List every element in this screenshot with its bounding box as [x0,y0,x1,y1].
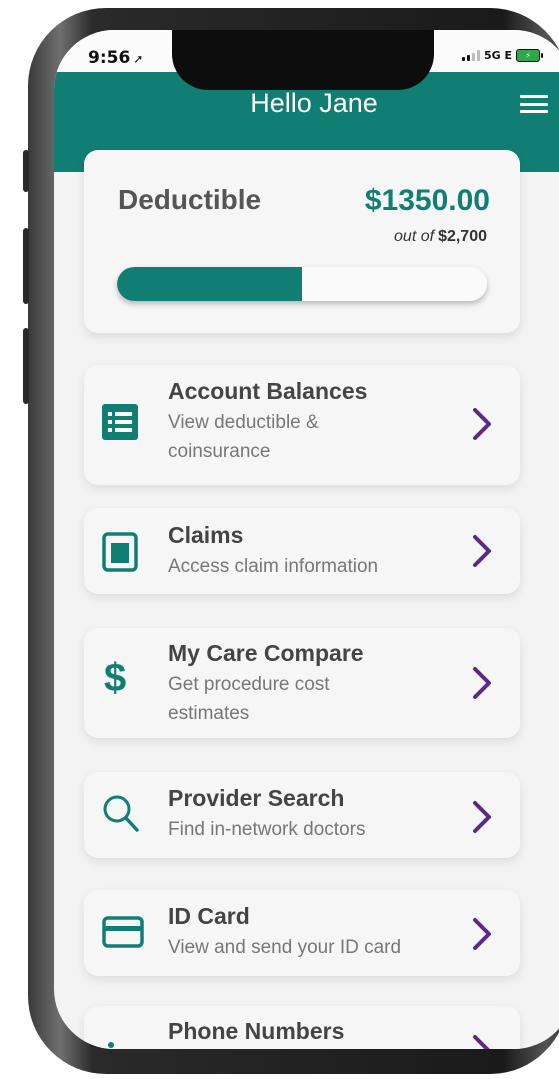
deductible-card: Deductible $1350.00 out of $2,700 [84,150,520,333]
list-icon [102,404,138,440]
deductible-progress-fill [117,267,302,301]
account-balances-subtitle: View deductible & coinsurance [168,412,319,462]
claims-card[interactable]: Claims Access claim information [84,508,520,594]
my-care-compare-subtitle: Get procedure cost estimates [168,674,330,724]
phone-numbers-card[interactable]: Phone Numbers [84,1006,520,1049]
signal-bars-icon [461,50,480,61]
id-card-subtitle: View and send your ID card [168,937,402,958]
chevron-right-icon [473,918,491,950]
claims-subtitle: Access claim information [168,556,379,577]
provider-search-card[interactable]: Provider Search Find in-network doctors [84,772,520,858]
deductible-label: Deductible [118,184,262,215]
volume-up-button [23,228,29,304]
card-icon [102,916,144,948]
deductible-total: out of $2,700 [394,228,487,246]
my-care-compare-title: My Care Compare [168,640,364,666]
deductible-progress-bar [117,267,487,301]
id-card-card[interactable]: ID Card View and send your ID card [84,890,520,976]
chevron-right-icon [473,535,491,567]
notch [172,30,434,90]
deductible-amount: $1350.00 [364,184,490,217]
volume-down-button [23,328,29,404]
chevron-right-icon [473,801,491,833]
chevron-right-icon [473,408,491,440]
location-arrow-icon: ➚ [133,52,144,66]
system-indicators: 5G E ⚡ [461,49,543,62]
provider-search-subtitle: Find in-network doctors [168,819,366,840]
time-text: 9:56 [88,48,131,68]
search-icon [103,795,139,832]
deductible-total-amount: $2,700 [438,228,487,245]
provider-search-title: Provider Search [168,785,345,811]
dollar-icon: $ [104,656,127,700]
status-time: 9:56 ➚ [88,48,143,68]
claims-title: Claims [168,522,244,548]
phone-icon [108,1042,114,1048]
account-balances-card[interactable]: Account Balances View deductible & coins… [84,365,520,485]
header-title: Hello Jane [250,88,378,118]
out-of-label: out of [394,228,435,245]
document-icon [102,532,138,572]
chevron-right-icon [473,667,491,699]
network-label: 5G E [483,49,512,62]
phone-screen: 9:56 ➚ 5G E ⚡ Hello Jane Deductible $1350… [54,30,559,1049]
silent-switch [23,150,29,192]
id-card-title: ID Card [168,903,250,929]
account-balances-title: Account Balances [168,378,368,404]
phone-numbers-title: Phone Numbers [168,1018,345,1044]
my-care-compare-card[interactable]: $ My Care Compare Get procedure cost est… [84,628,520,738]
chevron-right-icon [473,1035,490,1049]
battery-icon: ⚡ [516,49,543,62]
hamburger-menu-icon[interactable] [520,95,548,113]
